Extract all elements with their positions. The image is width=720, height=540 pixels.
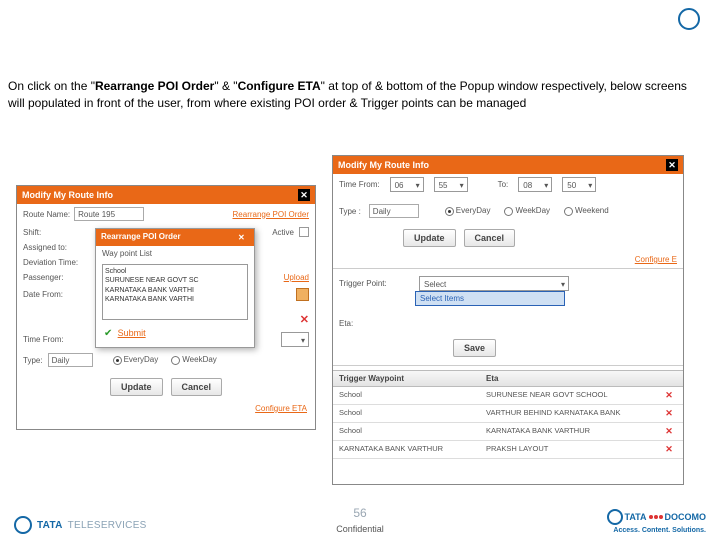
min-to-select[interactable]: 50: [562, 177, 596, 192]
upload-link[interactable]: Upload: [284, 273, 309, 282]
rearrange-subpopup: Rearrange POI Order ✕ Way point List Sch…: [95, 228, 255, 348]
button-row: Update Cancel: [17, 378, 315, 396]
check-icon: ✔: [104, 328, 112, 339]
description-text: On click on the "Rearrange POI Order" & …: [8, 78, 700, 113]
configure-eta-link[interactable]: Configure E: [635, 255, 677, 264]
route-name-label: Route Name:: [23, 210, 70, 219]
close-icon[interactable]: ✕: [238, 232, 249, 243]
tata-teleservices-logo: TATA TELESERVICES: [14, 516, 147, 534]
hour-from-select[interactable]: 06: [390, 177, 424, 192]
subpopup-title: Rearrange POI Order: [101, 232, 181, 243]
save-button[interactable]: Save: [453, 339, 496, 357]
table-row: KARNATAKA BANK VARTHURPRAKSH LAYOUT✕: [333, 441, 683, 459]
cancel-button[interactable]: Cancel: [464, 229, 516, 247]
popup-title: Modify My Route Info: [22, 190, 113, 200]
route-name-input[interactable]: Route 195: [74, 207, 144, 221]
active-checkbox[interactable]: [299, 227, 309, 237]
subpopup-titlebar: Rearrange POI Order ✕: [96, 229, 254, 246]
radio-weekend[interactable]: [564, 207, 573, 216]
popup-title: Modify My Route Info: [338, 160, 429, 170]
footer: TATA TELESERVICES TATA DOCOMO Access. Co…: [0, 509, 720, 534]
to-label: To:: [498, 180, 509, 189]
type-row: Type: Daily EveryDay WeekDay: [17, 350, 315, 370]
configure-eta-link[interactable]: Configure ETA: [255, 404, 307, 413]
route-name-row: Route Name: Route 195 Rearrange POI Orde…: [17, 204, 315, 224]
delete-row-icon[interactable]: ✕: [655, 405, 683, 422]
delete-row-icon[interactable]: ✕: [655, 387, 683, 404]
type-input[interactable]: Daily: [369, 204, 419, 218]
screenshot-rearrange: Modify My Route Info ✕ Route Name: Route…: [16, 185, 316, 430]
col-trigger-waypoint: Trigger Waypoint: [333, 371, 480, 386]
trigger-point-select[interactable]: Select: [419, 276, 569, 291]
remove-icon[interactable]: ✕: [300, 313, 309, 326]
waypoint-list-header: Way point List: [96, 246, 254, 258]
type-label: Type:: [23, 356, 43, 365]
time-select[interactable]: [281, 332, 309, 347]
close-icon[interactable]: ✕: [298, 189, 310, 201]
popup-titlebar: Modify My Route Info ✕: [17, 186, 315, 204]
col-eta: Eta: [480, 371, 655, 386]
type-label: Type :: [339, 207, 361, 216]
screenshot-configure-eta: Modify My Route Info ✕ Time From: 06 55 …: [332, 155, 684, 485]
radio-everyday[interactable]: [445, 207, 454, 216]
submit-button[interactable]: Submit: [118, 328, 146, 338]
shift-label: Shift:: [23, 228, 41, 237]
table-row: SchoolKARNATAKA BANK VARTHUR✕: [333, 423, 683, 441]
cancel-button[interactable]: Cancel: [171, 378, 223, 396]
eta-label: Eta:: [339, 319, 414, 328]
active-label: Active: [272, 228, 294, 237]
type-input[interactable]: Daily: [48, 353, 93, 367]
date-from-label: Date From:: [23, 290, 63, 299]
radio-everyday[interactable]: [113, 356, 122, 365]
delete-row-icon[interactable]: ✕: [655, 423, 683, 440]
table-row: SchoolVARTHUR BEHIND KARNATAKA BANK✕: [333, 405, 683, 423]
radio-weekday[interactable]: [504, 207, 513, 216]
trigger-point-label: Trigger Point:: [339, 279, 414, 288]
tata-logo-top: [678, 8, 706, 30]
deviation-label: Deviation Time:: [23, 258, 78, 267]
assigned-label: Assigned to:: [23, 243, 67, 252]
delete-row-icon[interactable]: ✕: [655, 441, 683, 458]
waypoint-listbox[interactable]: School SURUNESE NEAR GOVT SC KARNATAKA B…: [102, 264, 248, 320]
update-button[interactable]: Update: [110, 378, 163, 396]
hour-to-select[interactable]: 08: [518, 177, 552, 192]
table-header: Trigger Waypoint Eta: [333, 370, 683, 387]
popup-titlebar: Modify My Route Info ✕: [333, 156, 683, 174]
rearrange-poi-link[interactable]: Rearrange POI Order: [233, 210, 309, 219]
radio-weekday[interactable]: [171, 356, 180, 365]
time-from-label: Time From:: [339, 180, 380, 189]
update-button[interactable]: Update: [403, 229, 456, 247]
table-row: SchoolSURUNESE NEAR GOVT SCHOOL✕: [333, 387, 683, 405]
screenshots-row: Modify My Route Info ✕ Route Name: Route…: [16, 175, 704, 485]
tata-docomo-logo: TATA DOCOMO Access. Content. Solutions.: [607, 509, 707, 534]
calendar-icon[interactable]: [296, 288, 309, 301]
passenger-label: Passenger:: [23, 273, 63, 282]
tagline: Access. Content. Solutions.: [613, 527, 706, 534]
min-from-select[interactable]: 55: [434, 177, 468, 192]
dropdown-open-item[interactable]: Select Items: [415, 291, 565, 306]
time-from-label: Time From:: [23, 335, 64, 344]
close-icon[interactable]: ✕: [666, 159, 678, 171]
table-body: SchoolSURUNESE NEAR GOVT SCHOOL✕SchoolVA…: [333, 387, 683, 459]
